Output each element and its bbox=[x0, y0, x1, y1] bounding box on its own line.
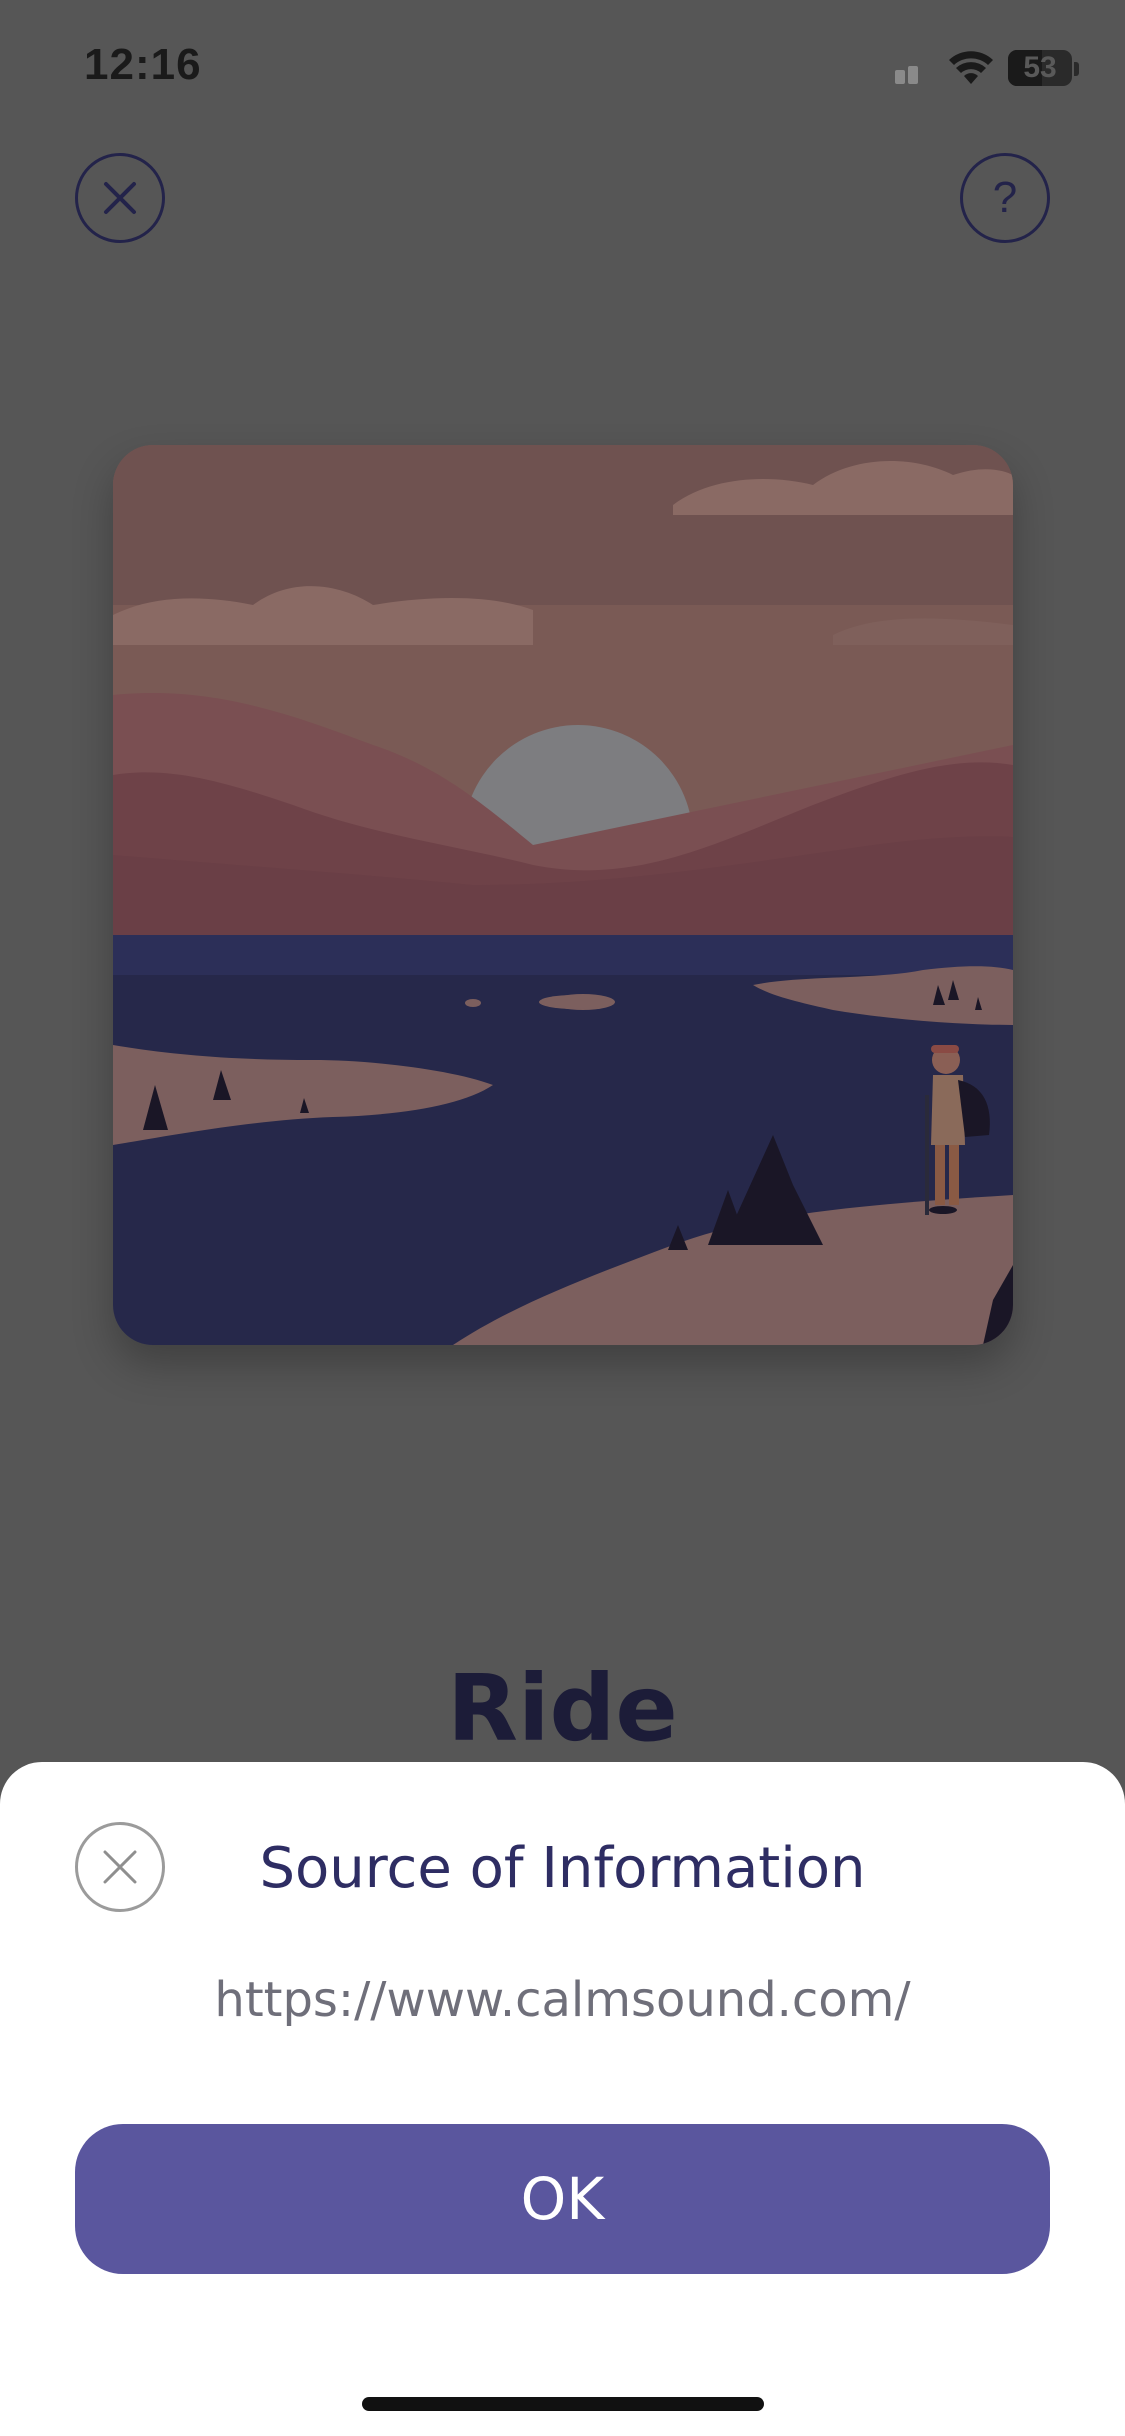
close-button[interactable] bbox=[75, 153, 165, 243]
close-icon bbox=[104, 182, 136, 214]
sheet-title: Source of Information bbox=[259, 1836, 866, 1901]
help-button[interactable]: ? bbox=[960, 153, 1050, 243]
home-indicator[interactable] bbox=[362, 2397, 764, 2411]
source-url-link[interactable]: https://www.calmsound.com/ bbox=[0, 1972, 1125, 2028]
status-time: 12:16 bbox=[84, 40, 202, 89]
status-bar: 12:16 53 bbox=[0, 0, 1125, 140]
battery-level: 53 bbox=[1023, 51, 1057, 84]
track-artwork bbox=[113, 445, 1013, 1345]
battery-cap bbox=[1074, 62, 1079, 76]
sunset-landscape-illustration bbox=[113, 445, 1013, 1345]
cellular-signal-icon bbox=[895, 66, 925, 84]
source-info-sheet: Source of Information https://www.calmso… bbox=[0, 1762, 1125, 2436]
help-icon: ? bbox=[992, 173, 1018, 222]
battery-icon: 53 bbox=[1008, 50, 1072, 86]
wifi-icon bbox=[949, 51, 993, 84]
track-title: Ride bbox=[447, 1655, 678, 1762]
ok-button[interactable]: OK bbox=[75, 2124, 1050, 2274]
